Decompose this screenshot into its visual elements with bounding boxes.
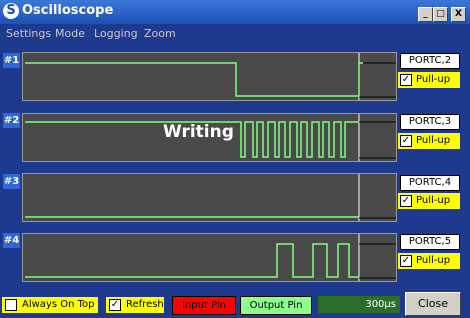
- checkmark-icon: ✓: [109, 299, 121, 311]
- app-icon: S: [3, 3, 19, 19]
- always-on-top-checkbox[interactable]: Always On Top: [2, 297, 98, 313]
- channel-4-trace-panel: [22, 233, 397, 282]
- channel-4-pullup-checkbox[interactable]: ✓ Pull-up: [398, 253, 460, 269]
- menu-mode[interactable]: Mode: [55, 27, 85, 40]
- channel-3-pullup-checkbox[interactable]: ✓ Pull-up: [398, 193, 460, 209]
- oscilloscope-window: S Oscilloscope _ □ X Settings Mode Loggi…: [0, 0, 470, 318]
- checkmark-icon: ✓: [400, 255, 412, 267]
- refresh-label: Refresh: [126, 299, 164, 310]
- menu-zoom[interactable]: Zoom: [144, 27, 176, 40]
- pullup-label: Pull-up: [416, 255, 451, 266]
- always-on-top-label: Always On Top: [22, 299, 95, 310]
- checkmark-icon: ✓: [400, 195, 412, 207]
- pullup-label: Pull-up: [416, 195, 451, 206]
- channel-4-port-field[interactable]: PORTC,5: [400, 234, 460, 250]
- channel-3-trace: [25, 174, 396, 221]
- menu-bar: Settings Mode Logging Zoom: [0, 24, 470, 44]
- checkmark-icon: ✓: [400, 74, 412, 86]
- refresh-checkbox[interactable]: ✓ Refresh: [106, 297, 164, 313]
- channel-2-label: #2: [3, 113, 20, 128]
- channel-1-trace-panel: [22, 52, 397, 101]
- channel-2-pullup-checkbox[interactable]: ✓ Pull-up: [398, 133, 460, 149]
- timebase-display: 300µs: [318, 296, 400, 313]
- menu-settings[interactable]: Settings: [6, 27, 51, 40]
- writing-overlay-label: Writing: [163, 122, 234, 142]
- channel-1-trace: [25, 53, 396, 100]
- close-button[interactable]: Close: [405, 292, 461, 316]
- pullup-label: Pull-up: [416, 74, 451, 85]
- pullup-label: Pull-up: [416, 135, 451, 146]
- title-bar[interactable]: S Oscilloscope _ □ X: [0, 0, 470, 24]
- checkbox-empty-icon: [5, 299, 17, 311]
- channel-3-label: #3: [3, 174, 20, 189]
- channel-1-port-field[interactable]: PORTC,2: [400, 53, 460, 69]
- channel-4-label: #4: [3, 233, 20, 248]
- window-title: Oscilloscope: [22, 3, 114, 18]
- input-pin-legend: Input Pin: [172, 296, 236, 315]
- close-window-button[interactable]: X: [451, 7, 466, 22]
- output-pin-legend: Output Pin: [240, 296, 312, 315]
- channel-2-port-field[interactable]: PORTC,3: [400, 114, 460, 130]
- checkmark-icon: ✓: [400, 135, 412, 147]
- menu-logging[interactable]: Logging: [94, 27, 138, 40]
- minimize-button[interactable]: _: [418, 7, 433, 22]
- channel-3-trace-panel: [22, 173, 397, 222]
- channel-4-trace: [25, 234, 396, 281]
- channel-3-port-field[interactable]: PORTC,4: [400, 175, 460, 191]
- channel-1-pullup-checkbox[interactable]: ✓ Pull-up: [398, 72, 460, 88]
- channel-2-trace-panel: Writing: [22, 113, 397, 162]
- maximize-button[interactable]: □: [433, 7, 448, 22]
- channel-1-label: #1: [3, 53, 20, 68]
